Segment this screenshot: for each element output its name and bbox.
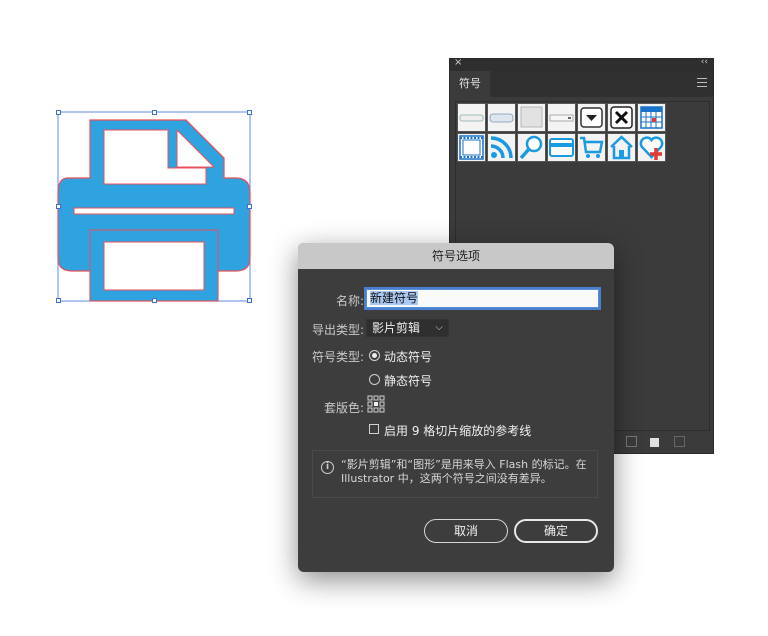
name-input[interactable]: 新建符号 [366, 289, 599, 308]
static-symbol-label[interactable]: 静态符号 [384, 372, 432, 389]
magnifier-icon[interactable] [517, 133, 546, 162]
new-symbol-icon[interactable] [650, 438, 659, 447]
selection-handle-bl[interactable] [56, 298, 61, 303]
selection-handle-mr[interactable] [247, 204, 252, 209]
export-type-label: 导出类型: [312, 323, 365, 337]
name-label: 名称: [336, 294, 365, 308]
nine-slice-label[interactable]: 启用 9 格切片缩放的参考线 [384, 422, 531, 439]
close-box-icon[interactable] [607, 103, 636, 132]
selection-handle-bm[interactable] [152, 298, 157, 303]
selection-handle-tl[interactable] [56, 110, 61, 115]
export-type-value: 影片剪辑 [372, 321, 421, 335]
static-symbol-radio[interactable] [369, 374, 380, 385]
selection-handle-tr[interactable] [247, 110, 252, 115]
calendar-icon[interactable] [637, 103, 666, 132]
selection-handle-tm[interactable] [152, 110, 157, 115]
button-plain-icon[interactable] [517, 103, 546, 132]
panel-menu-icon[interactable] [697, 78, 707, 90]
panel-topbar: × ‹‹ [450, 57, 713, 71]
export-type-select[interactable]: 影片剪辑 ⌵ [366, 319, 449, 337]
place-symbol-icon[interactable] [626, 436, 637, 447]
info-text: “影片剪辑”和“图形”是用来导入 Flash 的标记。在 Illustrator… [341, 458, 587, 485]
heart-plus-icon[interactable] [637, 133, 666, 162]
registration-grid-icon[interactable] [367, 395, 385, 413]
nine-slice-checkbox[interactable] [369, 424, 379, 434]
info-box: i “影片剪辑”和“图形”是用来导入 Flash 的标记。在 Illustrat… [312, 450, 598, 498]
selection-handle-ml[interactable] [56, 204, 61, 209]
cart-icon[interactable] [577, 133, 606, 162]
button-flat-icon[interactable] [547, 103, 576, 132]
cancel-button[interactable]: 取消 [424, 519, 508, 543]
home-icon[interactable] [607, 133, 636, 162]
button-rounded-icon[interactable] [487, 103, 516, 132]
credit-card-icon[interactable] [547, 133, 576, 162]
panel-collapse-icon[interactable]: ‹‹ [701, 57, 708, 67]
film-strip-icon[interactable] [457, 133, 486, 162]
panel-tabrow: 符号 [450, 71, 713, 97]
printer-artwork[interactable] [56, 108, 254, 306]
symbol-options-dialog: 符号选项 名称: 新建符号 导出类型: 影片剪辑 ⌵ 符号类型: 动态符号 静态… [298, 243, 614, 572]
ok-button[interactable]: 确定 [514, 519, 598, 543]
selection-handle-br[interactable] [247, 298, 252, 303]
symbol-type-label: 符号类型: [312, 350, 365, 364]
dialog-title: 符号选项 [298, 243, 614, 269]
button-bar-icon[interactable] [457, 103, 486, 132]
dropdown-icon[interactable] [577, 103, 606, 132]
trash-icon[interactable] [674, 436, 685, 447]
dynamic-symbol-label[interactable]: 动态符号 [384, 348, 432, 365]
chevron-down-icon: ⌵ [435, 322, 443, 333]
tab-symbols[interactable]: 符号 [450, 71, 490, 97]
dynamic-symbol-radio[interactable] [369, 350, 380, 361]
panel-close-icon[interactable]: × [454, 57, 462, 68]
name-input-value: 新建符号 [370, 291, 419, 305]
info-icon: i [321, 461, 334, 474]
rss-icon[interactable] [487, 133, 516, 162]
registration-label: 套版色: [324, 401, 365, 415]
